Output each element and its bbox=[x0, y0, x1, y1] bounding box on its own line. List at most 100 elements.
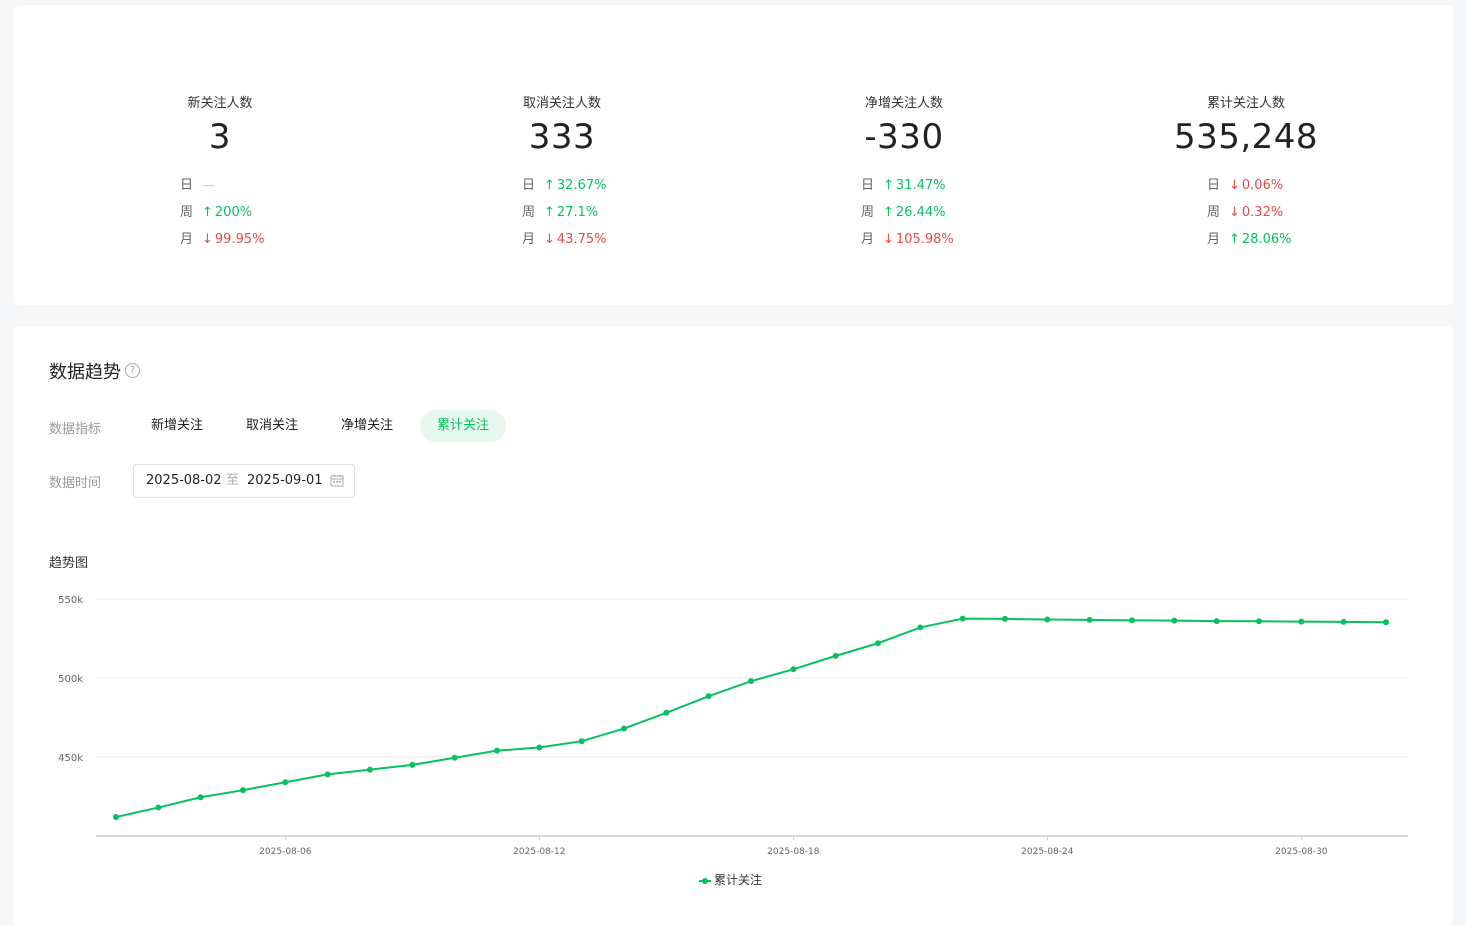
data-point bbox=[1213, 618, 1220, 625]
arrow-up-icon: ↑ bbox=[202, 205, 213, 220]
data-point bbox=[197, 794, 204, 801]
comparison-row: 月 ↓ 43.75% bbox=[522, 231, 606, 249]
stat-label: 累计关注人数 bbox=[1206, 96, 1285, 111]
stat-value: 333 bbox=[528, 117, 596, 157]
comparison-period: 周 bbox=[522, 205, 536, 220]
data-point bbox=[1044, 616, 1051, 623]
comparison-period: 月 bbox=[861, 232, 875, 247]
arrow-down-icon: ↓ bbox=[544, 232, 555, 247]
stat-label: 新关注人数 bbox=[187, 96, 253, 111]
stat-value: 535,248 bbox=[1173, 117, 1319, 157]
data-point bbox=[155, 804, 162, 811]
legend-line-marker bbox=[699, 877, 711, 885]
data-point bbox=[1298, 618, 1305, 625]
comparison-row: 周 ↑ 26.44% bbox=[861, 204, 945, 222]
data-point bbox=[409, 761, 416, 768]
comparison-period: 日 bbox=[180, 178, 194, 193]
data-point bbox=[451, 754, 458, 761]
comparison-period: 日 bbox=[1207, 178, 1221, 193]
comparison-row: 月 ↑ 28.06% bbox=[1207, 231, 1291, 249]
chart-legend[interactable]: 累计关注 bbox=[699, 871, 762, 888]
arrow-up-icon: ↑ bbox=[544, 205, 555, 220]
data-point bbox=[536, 744, 543, 751]
comparison-row: 周 ↑ 27.1% bbox=[522, 204, 598, 222]
data-point bbox=[1086, 616, 1093, 623]
trend-card: 数据趋势 ? 数据指标 新增关注 取消关注 净增关注 累计关注 数据时间 202… bbox=[13, 326, 1453, 926]
comparison-row: 日 ↓ 0.06% bbox=[1207, 177, 1283, 195]
data-point bbox=[494, 747, 500, 754]
comparison-row: 日 ↑ 31.47% bbox=[861, 177, 945, 195]
data-point bbox=[663, 709, 670, 716]
comparison-value: 27.1% bbox=[556, 205, 599, 220]
comparison-value: 0.32% bbox=[1241, 205, 1284, 220]
data-point bbox=[875, 640, 881, 647]
data-point bbox=[748, 678, 754, 685]
comparison-row: 日 ↑ 32.67% bbox=[522, 177, 606, 195]
x-tick-label: 2025-08-30 bbox=[1275, 847, 1328, 857]
data-point bbox=[832, 652, 839, 659]
data-point bbox=[790, 666, 797, 673]
comparison-value: 43.75% bbox=[556, 232, 607, 247]
legend-label: 累计关注 bbox=[714, 873, 763, 887]
y-tick-label: 550k bbox=[58, 595, 83, 606]
comparison-row: 月 ↓ 99.95% bbox=[180, 231, 264, 249]
comparison-row: 月 ↓ 105.98% bbox=[861, 231, 954, 249]
data-point bbox=[959, 615, 966, 622]
comparison-value: 105.98% bbox=[895, 232, 954, 247]
data-point bbox=[1171, 617, 1178, 624]
data-point bbox=[1383, 619, 1389, 626]
comparison-value: 28.06% bbox=[1241, 232, 1292, 247]
series-line bbox=[115, 617, 1387, 819]
x-tick-label: 2025-08-18 bbox=[767, 847, 820, 857]
arrow-up-icon: ↑ bbox=[1229, 232, 1240, 247]
data-point bbox=[113, 814, 119, 821]
arrow-down-icon: ↓ bbox=[883, 232, 894, 247]
stat-label: 净增关注人数 bbox=[864, 96, 943, 111]
data-point bbox=[282, 779, 289, 786]
comparison-period: 周 bbox=[180, 205, 194, 220]
arrow-up-icon: ↑ bbox=[883, 205, 894, 220]
comparison-value: 99.95% bbox=[214, 232, 265, 247]
data-point bbox=[1002, 615, 1008, 622]
data-point bbox=[578, 738, 585, 745]
data-point bbox=[240, 787, 246, 794]
stat-value: 3 bbox=[208, 117, 232, 157]
x-tick-label: 2025-08-06 bbox=[259, 847, 312, 857]
comparison-period: 周 bbox=[861, 205, 875, 220]
data-point bbox=[324, 771, 331, 778]
data-point bbox=[621, 725, 627, 732]
data-point bbox=[1129, 617, 1135, 624]
arrow-up-icon: ↑ bbox=[883, 178, 894, 193]
comparison-period: 月 bbox=[1207, 232, 1221, 247]
arrow-down-icon: ↓ bbox=[1229, 178, 1240, 193]
comparison-period: 月 bbox=[522, 232, 536, 247]
data-point bbox=[367, 766, 373, 773]
comparison-row: 日 — bbox=[180, 177, 215, 195]
comparison-value: 32.67% bbox=[556, 178, 607, 193]
trend-chart: 450k 500k 550k 2025-08-06 2025-08-12 2025-08-… bbox=[58, 595, 1408, 857]
y-tick-label: 450k bbox=[58, 753, 83, 764]
y-tick-label: 500k bbox=[58, 674, 83, 685]
stat-label: 取消关注人数 bbox=[522, 96, 601, 111]
comparison-value: 31.47% bbox=[895, 178, 946, 193]
x-tick-label: 2025-08-12 bbox=[513, 847, 565, 857]
x-tick-label: 2025-08-24 bbox=[1021, 847, 1074, 857]
arrow-down-icon: ↓ bbox=[1229, 205, 1240, 220]
arrow-up-icon: ↑ bbox=[544, 178, 555, 193]
stats-card: 新关注人数 3 日 — 周 ↑ 200% 月 ↓ 99.95% 取消关注人数 333 日 ↑ 32.67% 周… bbox=[13, 5, 1453, 305]
comparison-value: — bbox=[202, 178, 215, 193]
data-point bbox=[705, 693, 712, 700]
comparison-row: 周 ↓ 0.32% bbox=[1207, 204, 1283, 222]
comparison-value: 0.06% bbox=[1241, 178, 1284, 193]
comparison-value: 26.44% bbox=[895, 205, 946, 220]
comparison-row: 周 ↑ 200% bbox=[180, 204, 252, 222]
comparison-value: 200% bbox=[214, 205, 253, 220]
comparison-period: 月 bbox=[180, 232, 194, 247]
comparison-period: 日 bbox=[522, 178, 536, 193]
comparison-period: 日 bbox=[861, 178, 875, 193]
data-point bbox=[1256, 618, 1262, 625]
data-point bbox=[917, 624, 924, 631]
arrow-down-icon: ↓ bbox=[202, 232, 213, 247]
stat-value: -330 bbox=[864, 117, 944, 157]
data-point bbox=[1340, 618, 1347, 625]
